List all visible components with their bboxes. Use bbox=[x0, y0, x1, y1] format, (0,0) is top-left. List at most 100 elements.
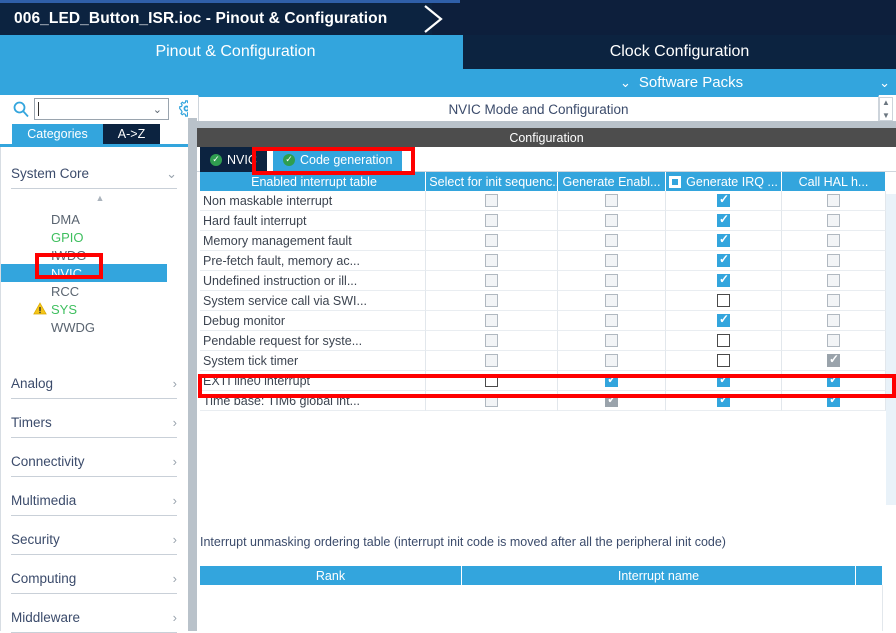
call-hal-cell[interactable] bbox=[782, 311, 886, 331]
generate-irq-cell[interactable] bbox=[666, 331, 782, 351]
generate-irq-checkbox[interactable] bbox=[717, 273, 730, 287]
table-row[interactable]: Pendable request for syste... bbox=[200, 331, 886, 351]
table-row[interactable]: System service call via SWI... bbox=[200, 291, 886, 311]
table-row[interactable]: Debug monitor bbox=[200, 311, 886, 331]
generate-irq-cell[interactable] bbox=[666, 231, 782, 251]
call-hal-checkbox[interactable] bbox=[827, 373, 840, 387]
sidebar-group-security[interactable]: Security › bbox=[11, 525, 177, 555]
generate-irq-checkbox[interactable] bbox=[717, 213, 730, 227]
select-init-checkbox[interactable] bbox=[485, 254, 498, 267]
sidebar-item-sys[interactable]: SYS bbox=[11, 300, 177, 318]
table-row[interactable]: Memory management fault bbox=[200, 231, 886, 251]
select-init-checkbox[interactable] bbox=[485, 194, 498, 207]
sidebar-group-analog[interactable]: Analog › bbox=[11, 369, 177, 399]
sidebar-item-nvic[interactable]: NVIC bbox=[1, 264, 167, 282]
call-hal-checkbox[interactable] bbox=[827, 353, 840, 367]
sidebar-item-dma[interactable]: DMA bbox=[11, 210, 177, 228]
call-hal-cell[interactable] bbox=[782, 331, 886, 351]
table-row[interactable]: Hard fault interrupt bbox=[200, 211, 886, 231]
generate-irq-cell[interactable] bbox=[666, 191, 782, 211]
generate-enable-cell[interactable] bbox=[558, 211, 666, 231]
generate-irq-checkbox[interactable] bbox=[717, 233, 730, 247]
generate-irq-cell[interactable] bbox=[666, 291, 782, 311]
generate-irq-checkbox[interactable] bbox=[717, 373, 730, 387]
generate-irq-cell[interactable] bbox=[666, 371, 782, 391]
generate-irq-cell[interactable] bbox=[666, 211, 782, 231]
generate-enable-cell[interactable] bbox=[558, 191, 666, 211]
call-hal-checkbox[interactable] bbox=[827, 314, 840, 327]
subtab-code-generation[interactable]: ✓ Code generation bbox=[273, 147, 403, 172]
call-hal-checkbox[interactable] bbox=[827, 294, 840, 307]
column-header-generate-irq[interactable]: Generate IRQ ... bbox=[666, 172, 782, 191]
generate-enable-checkbox[interactable] bbox=[605, 274, 618, 287]
generate-irq-checkbox[interactable] bbox=[717, 294, 730, 307]
select-init-checkbox[interactable] bbox=[485, 274, 498, 287]
scrollbar-thumb[interactable] bbox=[886, 172, 896, 194]
select-init-cell[interactable] bbox=[426, 351, 558, 371]
generate-enable-cell[interactable] bbox=[558, 351, 666, 371]
select-init-cell[interactable] bbox=[426, 311, 558, 331]
call-hal-checkbox[interactable] bbox=[827, 393, 840, 407]
generate-enable-cell[interactable] bbox=[558, 331, 666, 351]
generate-enable-checkbox[interactable] bbox=[605, 354, 618, 367]
column-header-generate-enable[interactable]: Generate Enabl... bbox=[558, 172, 666, 191]
select-init-cell[interactable] bbox=[426, 331, 558, 351]
generate-enable-cell[interactable] bbox=[558, 251, 666, 271]
call-hal-cell[interactable] bbox=[782, 291, 886, 311]
generate-irq-checkbox[interactable] bbox=[717, 253, 730, 267]
sidebar-group-middleware[interactable]: Middleware › bbox=[11, 603, 177, 633]
generate-irq-checkbox[interactable] bbox=[717, 193, 730, 207]
generate-enable-checkbox[interactable] bbox=[605, 234, 618, 247]
select-init-cell[interactable] bbox=[426, 371, 558, 391]
call-hal-cell[interactable] bbox=[782, 371, 886, 391]
panel-splitter[interactable] bbox=[188, 95, 197, 631]
table-row[interactable]: Non maskable interrupt bbox=[200, 191, 886, 211]
select-init-cell[interactable] bbox=[426, 191, 558, 211]
subtab-nvic[interactable]: ✓ NVIC bbox=[200, 147, 267, 172]
call-hal-cell[interactable] bbox=[782, 271, 886, 291]
column-header-select-for-init[interactable]: Select for init sequenc... bbox=[426, 172, 558, 191]
sidebar-item-wwdg[interactable]: WWDG bbox=[11, 318, 177, 336]
generate-enable-cell[interactable] bbox=[558, 231, 666, 251]
search-input[interactable]: ⌄ bbox=[34, 98, 169, 120]
generate-enable-cell[interactable] bbox=[558, 271, 666, 291]
sidebar-group-multimedia[interactable]: Multimedia › bbox=[11, 486, 177, 516]
sidebar-group-timers[interactable]: Timers › bbox=[11, 408, 177, 438]
column-header-enabled-interrupt-table[interactable]: Enabled interrupt table bbox=[200, 172, 426, 191]
generate-irq-checkbox[interactable] bbox=[717, 354, 730, 367]
scroll-up-icon[interactable]: ▲ bbox=[882, 98, 890, 107]
table-row[interactable]: Undefined instruction or ill... bbox=[200, 271, 886, 291]
call-hal-cell[interactable] bbox=[782, 191, 886, 211]
call-hal-checkbox[interactable] bbox=[827, 254, 840, 267]
table-row[interactable]: Pre-fetch fault, memory ac... bbox=[200, 251, 886, 271]
call-hal-checkbox[interactable] bbox=[827, 214, 840, 227]
software-packs-menu[interactable]: ⌄ Software Packs bbox=[620, 69, 743, 95]
sidebar-group-connectivity[interactable]: Connectivity › bbox=[11, 447, 177, 477]
tab-categories[interactable]: Categories bbox=[12, 124, 103, 144]
generate-enable-checkbox[interactable] bbox=[605, 314, 618, 327]
table-row-exti-line0[interactable]: EXTI line0 interrupt bbox=[200, 371, 886, 391]
generate-irq-checkbox[interactable] bbox=[717, 313, 730, 327]
select-init-checkbox[interactable] bbox=[485, 334, 498, 347]
call-hal-checkbox[interactable] bbox=[827, 334, 840, 347]
sidebar-item-gpio[interactable]: GPIO bbox=[11, 228, 177, 246]
scroll-down-icon[interactable]: ▼ bbox=[882, 111, 890, 120]
select-init-checkbox[interactable] bbox=[485, 354, 498, 367]
generate-irq-cell[interactable] bbox=[666, 351, 782, 371]
call-hal-cell[interactable] bbox=[782, 391, 886, 411]
select-init-checkbox[interactable] bbox=[485, 314, 498, 327]
tab-a-to-z[interactable]: A->Z bbox=[103, 124, 160, 144]
generate-irq-cell[interactable] bbox=[666, 271, 782, 291]
interrupt-table-scrollbar[interactable] bbox=[886, 172, 896, 505]
generate-enable-checkbox[interactable] bbox=[605, 194, 618, 207]
generate-enable-cell[interactable] bbox=[558, 371, 666, 391]
generate-irq-checkbox[interactable] bbox=[717, 393, 730, 407]
call-hal-checkbox[interactable] bbox=[827, 274, 840, 287]
select-all-irq-checkbox[interactable] bbox=[669, 175, 682, 188]
call-hal-checkbox[interactable] bbox=[827, 194, 840, 207]
generate-irq-cell[interactable] bbox=[666, 311, 782, 331]
generate-irq-cell[interactable] bbox=[666, 391, 782, 411]
select-init-checkbox[interactable] bbox=[485, 214, 498, 227]
select-init-cell[interactable] bbox=[426, 211, 558, 231]
chevron-down-icon[interactable]: ⌄ bbox=[153, 103, 162, 116]
